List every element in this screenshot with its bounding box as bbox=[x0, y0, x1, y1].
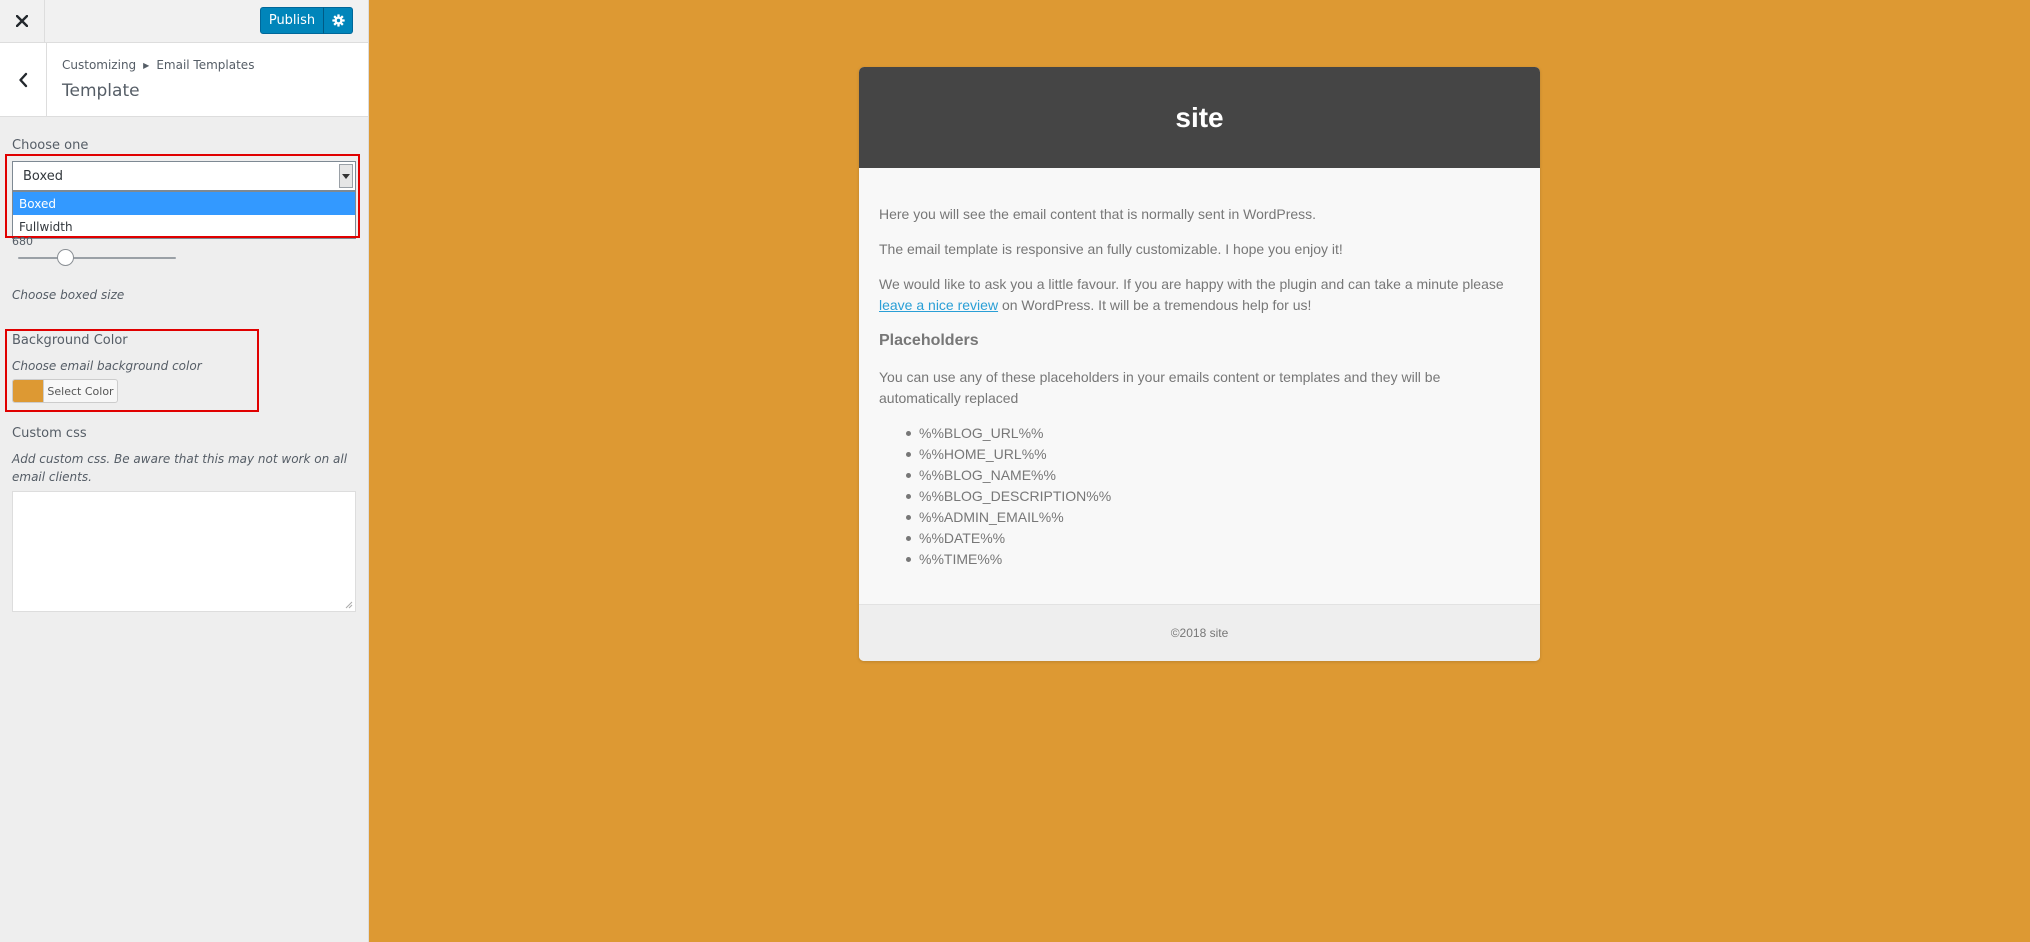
list-item: %%BLOG_NAME%% bbox=[906, 465, 1520, 486]
body-paragraph: The email template is responsive an full… bbox=[879, 241, 1343, 257]
template-select[interactable]: Boxed bbox=[12, 161, 356, 191]
placeholders-list: %%BLOG_URL%% %%HOME_URL%% %%BLOG_NAME%% … bbox=[879, 423, 1520, 570]
breadcrumb-email-templates: Email Templates bbox=[156, 58, 255, 72]
template-dropdown-list: Boxed Fullwidth bbox=[12, 191, 356, 239]
template-select-label: Choose one bbox=[12, 138, 89, 153]
email-footer: ©2018 site bbox=[859, 604, 1540, 661]
site-name: site bbox=[1175, 101, 1224, 133]
body-paragraph: Here you will see the email content that… bbox=[879, 206, 1317, 222]
favour-text-after: on WordPress. It will be a tremendous he… bbox=[998, 297, 1312, 313]
customizer-sidebar: Publish Customizing ▶ Email Templates Te… bbox=[0, 0, 369, 942]
background-color-label: Background Color bbox=[12, 333, 128, 348]
list-item: %%BLOG_DESCRIPTION%% bbox=[906, 486, 1520, 507]
gear-icon bbox=[331, 14, 345, 27]
breadcrumb-customizing: Customizing bbox=[62, 58, 137, 72]
select-arrow[interactable] bbox=[339, 164, 353, 188]
breadcrumb: Customizing ▶ Email Templates bbox=[62, 58, 254, 72]
select-color-button[interactable]: Select Color bbox=[12, 379, 118, 403]
favour-text-before: We would like to ask you a little favour… bbox=[879, 276, 1504, 292]
select-color-label: Select Color bbox=[47, 384, 114, 398]
list-item: %%HOME_URL%% bbox=[906, 444, 1520, 465]
list-item: %%DATE%% bbox=[906, 528, 1520, 549]
option-fullwidth[interactable]: Fullwidth bbox=[13, 215, 355, 238]
custom-css-label: Custom css bbox=[12, 426, 87, 441]
chevron-down-icon bbox=[342, 173, 350, 179]
color-swatch bbox=[13, 380, 44, 402]
publish-button[interactable]: Publish bbox=[260, 7, 324, 34]
section-title: Template bbox=[62, 81, 140, 101]
close-icon bbox=[16, 15, 28, 27]
publish-settings-button[interactable] bbox=[323, 7, 353, 34]
slider-thumb[interactable] bbox=[57, 249, 74, 266]
email-body: Here you will see the email content that… bbox=[859, 168, 1540, 604]
chevron-left-icon bbox=[19, 72, 28, 87]
favour-paragraph: We would like to ask you a little favour… bbox=[879, 274, 1520, 316]
back-button[interactable] bbox=[0, 43, 47, 116]
template-select-value: Boxed bbox=[23, 168, 64, 184]
custom-css-textarea[interactable] bbox=[12, 491, 356, 612]
background-color-description: Choose email background color bbox=[12, 359, 202, 373]
email-preview: site Here you will see the email content… bbox=[859, 67, 1540, 661]
placeholders-intro: You can use any of these placeholders in… bbox=[879, 369, 1441, 406]
email-header: site bbox=[859, 67, 1540, 168]
section-header: Customizing ▶ Email Templates Template bbox=[0, 43, 368, 117]
review-link[interactable]: leave a nice review bbox=[879, 297, 998, 313]
custom-css-description: Add custom css. Be aware that this may n… bbox=[12, 452, 348, 484]
close-button[interactable] bbox=[0, 0, 45, 42]
placeholders-heading: Placeholders bbox=[879, 332, 979, 349]
boxed-size-value: 680 bbox=[12, 235, 33, 245]
boxed-size-slider[interactable] bbox=[18, 249, 176, 266]
list-item: %%ADMIN_EMAIL%% bbox=[906, 507, 1520, 528]
list-item: %%TIME%% bbox=[906, 549, 1520, 570]
triangle-right-icon: ▶ bbox=[143, 60, 150, 70]
customizer-header: Publish bbox=[0, 0, 368, 43]
list-item: %%BLOG_URL%% bbox=[906, 423, 1520, 444]
boxed-size-description: Choose boxed size bbox=[12, 288, 125, 302]
option-boxed[interactable]: Boxed bbox=[13, 192, 355, 215]
